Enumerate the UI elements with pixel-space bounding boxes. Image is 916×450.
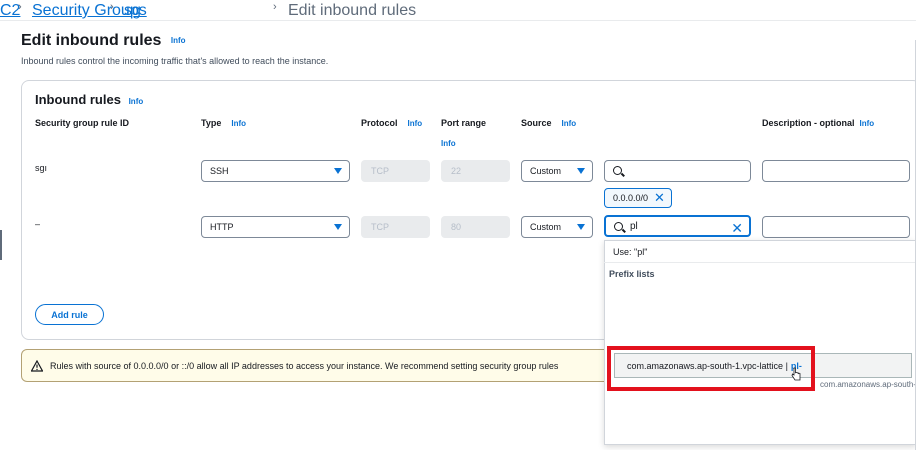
column-header-port-range: Port range xyxy=(441,118,487,128)
port-info-link[interactable]: Info xyxy=(441,139,456,148)
header-divider xyxy=(0,20,916,21)
description-input-2[interactable] xyxy=(762,216,910,238)
protocol-input-1: TCP xyxy=(361,160,430,182)
caret-down-icon xyxy=(577,168,585,174)
warning-icon xyxy=(31,360,43,372)
source-select-value: Custom xyxy=(530,222,562,232)
breadcrumb-separator-icon: › xyxy=(18,1,22,13)
warning-alert-text: Rules with source of 0.0.0.0/0 or ::/0 a… xyxy=(50,360,559,371)
caret-down-icon xyxy=(334,224,342,230)
column-header-rule-id: Security group rule ID xyxy=(35,118,130,128)
source-select-2[interactable]: Custom xyxy=(521,216,593,238)
cidr-token-value: 0.0.0.0/0 xyxy=(613,193,649,203)
warning-alert: Rules with source of 0.0.0.0/0 or ::/0 a… xyxy=(21,349,621,382)
port-input-2: 80 xyxy=(441,216,510,238)
rule-id-1: sgı xyxy=(35,163,48,173)
search-icon xyxy=(613,166,622,175)
type-select-value: HTTP xyxy=(210,222,234,232)
page-info-link[interactable]: Info xyxy=(171,36,186,45)
panel-info-link[interactable]: Info xyxy=(129,97,144,106)
protocol-info-link[interactable]: Info xyxy=(408,119,423,128)
column-header-type: Type Info xyxy=(201,118,247,128)
type-select-1[interactable]: SSH xyxy=(201,160,350,182)
source-search-input-1[interactable] xyxy=(604,160,751,182)
panel-title-text: Inbound rules xyxy=(35,92,121,107)
breadcrumb-separator-icon: › xyxy=(273,1,277,13)
dropdown-divider xyxy=(604,262,916,263)
description-input-1[interactable] xyxy=(762,160,910,182)
column-header-source: Source Info xyxy=(521,118,577,128)
page-description: Inbound rules control the incoming traff… xyxy=(21,56,329,66)
breadcrumb-current: Edit inbound rules xyxy=(288,2,417,19)
source-search-input-2[interactable]: pl ✕ xyxy=(604,215,751,237)
rule-id-2: – xyxy=(35,219,41,229)
caret-down-icon xyxy=(334,168,342,174)
hand-cursor-icon xyxy=(791,367,801,381)
caret-down-icon xyxy=(577,224,585,230)
source-select-1[interactable]: Custom xyxy=(521,160,593,182)
source-search-value: pl xyxy=(630,220,638,232)
protocol-input-2: TCP xyxy=(361,216,430,238)
breadcrumb-sg[interactable]: sg xyxy=(124,2,141,20)
use-typed-value-option[interactable]: Use: "pl" xyxy=(613,247,647,257)
panel-title: Inbound rules Info xyxy=(35,92,143,107)
port-input-1: 22 xyxy=(441,160,510,182)
column-header-description: Description - optional Info xyxy=(762,118,875,128)
breadcrumb-separator-icon: › xyxy=(110,1,114,13)
port-info-wrap: Info xyxy=(441,138,456,148)
remove-token-icon[interactable]: ✕ xyxy=(654,190,665,206)
type-info-link[interactable]: Info xyxy=(231,119,246,128)
type-select-2[interactable]: HTTP xyxy=(201,216,350,238)
cidr-token: 0.0.0.0/0 ✕ xyxy=(604,188,672,208)
column-header-protocol: Protocol Info xyxy=(361,118,423,128)
page-title: Edit inbound rules Info xyxy=(21,32,186,50)
clear-icon[interactable]: ✕ xyxy=(731,220,743,237)
source-select-value: Custom xyxy=(530,166,562,176)
page-title-text: Edit inbound rules xyxy=(21,32,162,49)
source-info-link[interactable]: Info xyxy=(562,119,577,128)
description-info-link[interactable]: Info xyxy=(860,119,875,128)
option-tooltip: com.amazonaws.ap-south-1.vpc xyxy=(820,380,916,389)
add-rule-button[interactable]: Add rule xyxy=(35,304,104,325)
search-icon xyxy=(614,222,623,231)
type-select-value: SSH xyxy=(210,166,229,176)
left-edge-marker xyxy=(0,230,2,260)
prefix-lists-group-label: Prefix lists xyxy=(609,269,655,279)
annotation-highlight-box xyxy=(607,346,815,391)
